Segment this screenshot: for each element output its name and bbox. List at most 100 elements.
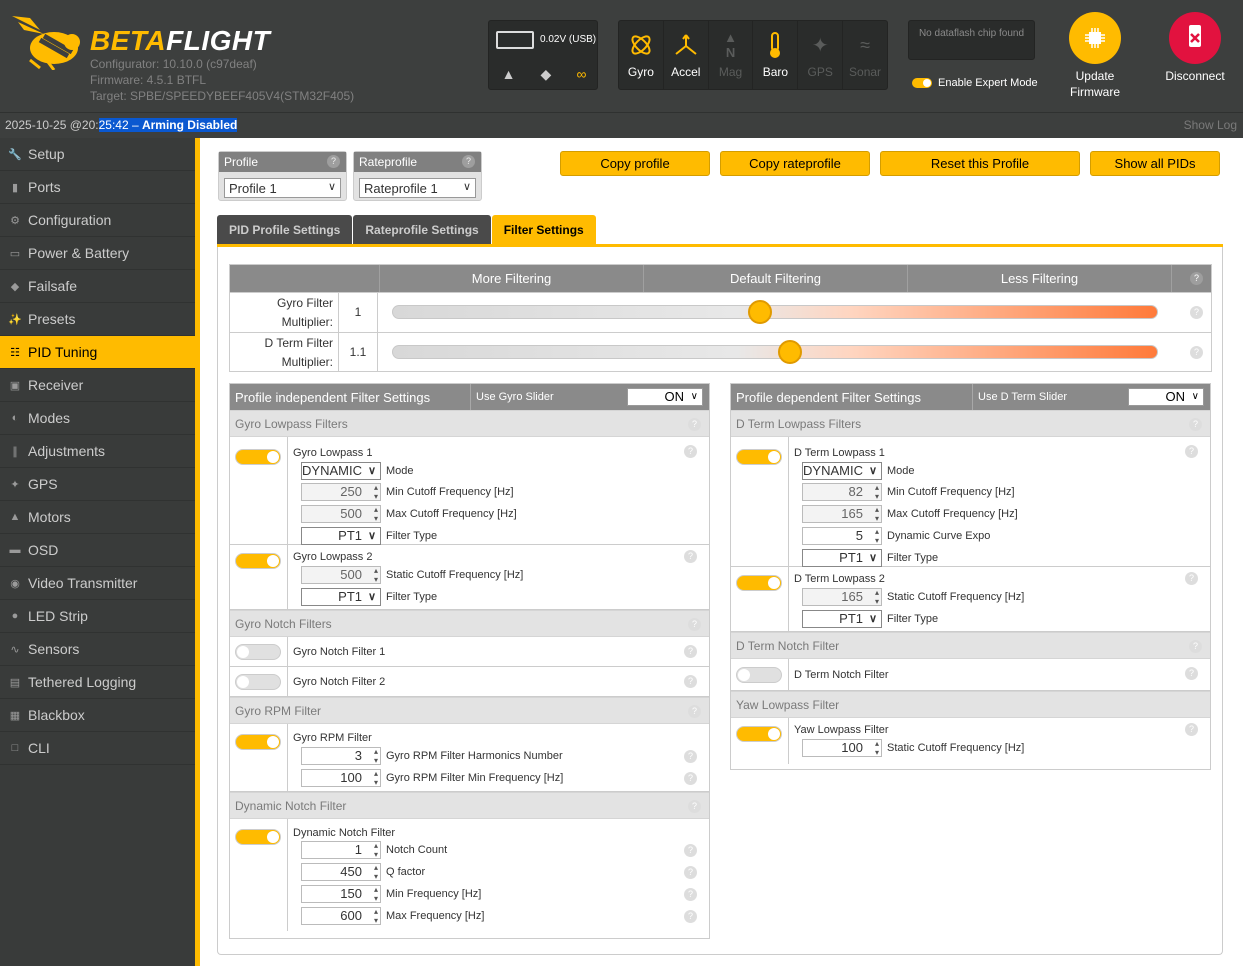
gyro-lowpass1-type-select[interactable]: PT1 <box>301 527 381 545</box>
dterm-lowpass2-type-select[interactable]: PT1 <box>802 610 882 628</box>
dterm-lowpass2-toggle[interactable] <box>736 575 782 591</box>
sidebar-item-receiver[interactable]: ▣ Receiver <box>0 369 195 402</box>
sidebar-item-label: Modes <box>28 410 71 426</box>
dterm-filter-slider-handle[interactable] <box>778 340 803 364</box>
help-icon[interactable]: ? <box>1185 572 1198 585</box>
sidebar-item-sensors[interactable]: ∿ Sensors <box>0 633 195 666</box>
dterm-lowpass1-expo-input[interactable]: 5 <box>802 527 882 545</box>
sidebar-item-ports[interactable]: ▮ Ports <box>0 171 195 204</box>
help-icon[interactable]: ? <box>688 800 701 813</box>
sidebar-item-power-battery[interactable]: ▭ Power & Battery <box>0 237 195 270</box>
yaw-lowpass-toggle[interactable] <box>736 726 782 742</box>
dterm-lowpass1-toggle[interactable] <box>736 449 782 465</box>
gyro-filter-slider[interactable] <box>392 305 1158 319</box>
dyn-min-freq-input[interactable]: 150 <box>301 885 381 903</box>
use-gyro-slider-select[interactable]: ∨ ON <box>627 388 703 406</box>
help-icon[interactable]: ? <box>688 705 701 718</box>
dyn-max-freq-input[interactable]: 600 <box>301 907 381 925</box>
help-icon[interactable]: ? <box>684 645 697 658</box>
dterm-lowpass1-min-input[interactable]: 82 <box>802 483 882 501</box>
help-icon[interactable]: ? <box>684 675 697 688</box>
help-icon[interactable]: ? <box>1185 667 1198 680</box>
tab-pid-profile[interactable]: PID Profile Settings <box>217 215 353 245</box>
gyro-lowpass2-static-input[interactable]: 500 <box>301 566 381 584</box>
sidebar-item-adjustments[interactable]: ∥ Adjustments <box>0 435 195 468</box>
show-log-link[interactable]: Show Log <box>1184 118 1237 132</box>
sidebar-item-blackbox[interactable]: ▦ Blackbox <box>0 699 195 732</box>
bee-logo-icon <box>12 16 80 70</box>
expert-mode-toggle[interactable]: Enable Expert Mode <box>912 77 1038 89</box>
expert-mode-switch[interactable] <box>912 78 932 88</box>
sidebar-item-led-strip[interactable]: ● LED Strip <box>0 600 195 633</box>
sidebar-item-setup[interactable]: 🔧 Setup <box>0 138 195 171</box>
help-icon[interactable]: ? <box>688 418 701 431</box>
status-log-line: 2025-10-25 @20:25:42 – Arming Disabled <box>5 118 238 132</box>
gyro-lowpass1-mode-select[interactable]: DYNAMIC <box>301 462 381 480</box>
dterm-lowpass1-mode-select[interactable]: DYNAMIC <box>802 462 882 480</box>
q-factor-input[interactable]: 450 <box>301 863 381 881</box>
help-icon[interactable]: ? <box>684 888 697 901</box>
gyro-lowpass1-min-input[interactable]: 250 <box>301 483 381 501</box>
sidebar-item-configuration[interactable]: ⚙ Configuration <box>0 204 195 237</box>
help-icon[interactable]: ? <box>1190 306 1203 319</box>
sidebar-item-gps[interactable]: ✦ GPS <box>0 468 195 501</box>
copy-rateprofile-button[interactable]: Copy rateprofile <box>720 151 870 176</box>
sidebar-item-motors[interactable]: ▲ Motors <box>0 501 195 534</box>
help-icon[interactable]: ? <box>1185 445 1198 458</box>
help-icon[interactable]: ? <box>1189 418 1202 431</box>
gyro-lowpass1-max-input[interactable]: 500 <box>301 505 381 523</box>
sidebar-item-modes[interactable]: ◐ Modes <box>0 402 195 435</box>
help-icon[interactable]: ? <box>327 155 340 168</box>
help-icon[interactable]: ? <box>1190 272 1203 285</box>
sidebar-item-failsafe[interactable]: ◆ Failsafe <box>0 270 195 303</box>
update-firmware-button[interactable]: Update Firmware <box>1050 12 1140 100</box>
help-icon[interactable]: ? <box>684 910 697 923</box>
sidebar-item-osd[interactable]: ▬ OSD <box>0 534 195 567</box>
gyro-lowpass2-toggle[interactable] <box>235 553 281 569</box>
help-icon[interactable]: ? <box>684 866 697 879</box>
help-icon[interactable]: ? <box>684 445 697 458</box>
dterm-filter-slider[interactable] <box>392 345 1158 359</box>
disconnect-button[interactable]: Disconnect <box>1150 12 1240 84</box>
help-icon[interactable]: ? <box>1190 346 1203 359</box>
help-icon[interactable]: ? <box>684 750 697 763</box>
help-icon[interactable]: ? <box>688 618 701 631</box>
help-icon[interactable]: ? <box>684 550 697 563</box>
help-icon[interactable]: ? <box>462 155 475 168</box>
dterm-lowpass1-max-input[interactable]: 165 <box>802 505 882 523</box>
dterm-lowpass2-static-input[interactable]: 165 <box>802 588 882 606</box>
sidebar-item-label: Tethered Logging <box>28 674 137 690</box>
dterm-notch-toggle[interactable] <box>736 667 782 683</box>
rpm-min-input[interactable]: 100 <box>301 769 381 787</box>
sidebar-item-video-transmitter[interactable]: ◉ Video Transmitter <box>0 567 195 600</box>
gyro-notch1-toggle[interactable] <box>235 644 281 660</box>
chevron-down-icon: ∨ <box>1191 391 1199 402</box>
sidebar-item-presets[interactable]: ✨ Presets <box>0 303 195 336</box>
rateprofile-select[interactable]: Rateprofile 1 ∨ <box>359 178 476 198</box>
gyro-lowpass2-type-select[interactable]: PT1 <box>301 588 381 606</box>
sidebar-item-pid-tuning[interactable]: ☷ PID Tuning <box>0 336 195 369</box>
help-icon[interactable]: ? <box>684 772 697 785</box>
help-icon[interactable]: ? <box>1185 723 1198 736</box>
dterm-lowpass1-type-select[interactable]: PT1 <box>802 549 882 567</box>
toggle-icon: ◐ <box>11 412 19 424</box>
show-all-pids-button[interactable]: Show all PIDs <box>1090 151 1220 176</box>
tab-rateprofile[interactable]: Rateprofile Settings <box>353 215 491 245</box>
help-icon[interactable]: ? <box>1189 640 1202 653</box>
copy-profile-button[interactable]: Copy profile <box>560 151 710 176</box>
gyro-lowpass1-toggle[interactable] <box>235 449 281 465</box>
use-dterm-slider-select[interactable]: ∨ ON <box>1128 388 1204 406</box>
sidebar-item-cli[interactable]: □ CLI <box>0 732 195 765</box>
tab-filter-settings[interactable]: Filter Settings <box>491 215 596 245</box>
notch-count-input[interactable]: 1 <box>301 841 381 859</box>
sidebar-item-tethered-logging[interactable]: ▤ Tethered Logging <box>0 666 195 699</box>
rpm-harmonics-input[interactable]: 3 <box>301 747 381 765</box>
gyro-filter-slider-handle[interactable] <box>747 300 772 324</box>
help-icon[interactable]: ? <box>684 844 697 857</box>
gyro-rpm-toggle[interactable] <box>235 734 281 750</box>
dynamic-notch-toggle[interactable] <box>235 829 281 845</box>
profile-select[interactable]: Profile 1 ∨ <box>224 178 341 198</box>
reset-profile-button[interactable]: Reset this Profile <box>880 151 1080 176</box>
yaw-lowpass-static-input[interactable]: 100 <box>802 739 882 757</box>
gyro-notch2-toggle[interactable] <box>235 674 281 690</box>
